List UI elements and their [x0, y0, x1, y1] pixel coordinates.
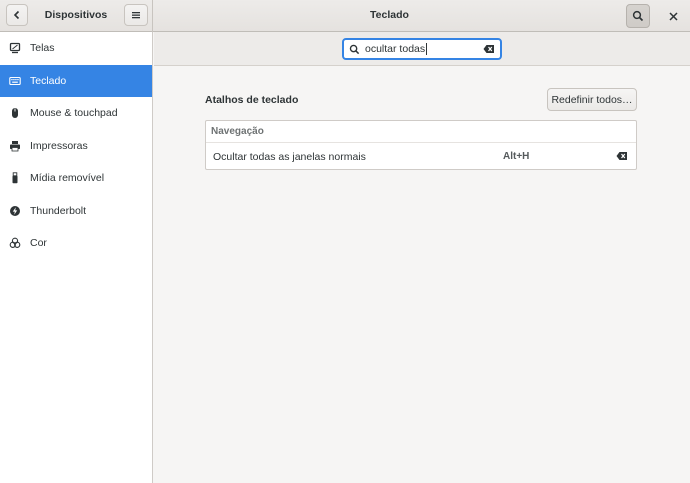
sidebar-item-label: Telas [30, 42, 55, 55]
reset-shortcut-button[interactable] [616, 151, 628, 164]
search-input-value: ocultar todas [365, 42, 426, 55]
group-header: Navegação [206, 121, 636, 143]
sidebar: Telas Teclado Mouse & touchpad Impressor… [0, 32, 153, 483]
printer-icon [9, 140, 21, 152]
sidebar-item-label: Mídia removível [30, 172, 105, 185]
display-icon [9, 42, 21, 54]
header-bar: Dispositivos Teclado [0, 0, 690, 32]
search-input[interactable]: ocultar todas [342, 38, 502, 60]
search-clear-button[interactable] [483, 44, 495, 57]
edit-clear-icon [616, 152, 627, 160]
sidebar-item-label: Impressoras [30, 139, 88, 152]
close-icon [668, 11, 678, 21]
search-toggle-button[interactable] [626, 4, 650, 28]
sidebar-item-label: Cor [30, 237, 47, 250]
sidebar-title: Dispositivos [44, 9, 108, 21]
go-previous-icon [13, 10, 20, 20]
close-button[interactable] [663, 6, 683, 26]
reset-all-button[interactable]: Redefinir todos… [547, 88, 637, 111]
search-bar: ocultar todas [154, 32, 690, 66]
sidebar-item-midia-removivel[interactable]: Mídia removível [0, 162, 152, 195]
search-icon [349, 44, 360, 54]
text-caret [426, 43, 428, 56]
sidebar-item-teclado[interactable]: Teclado [0, 64, 152, 97]
shortcut-accelerator: Alt+H [503, 151, 530, 162]
sidebar-item-mouse-touchpad[interactable]: Mouse & touchpad [0, 97, 152, 130]
shortcut-list: Navegação Ocultar todas as janelas norma… [205, 120, 637, 170]
search-icon [632, 10, 644, 22]
menu-button[interactable] [124, 4, 148, 26]
window-title: Teclado [370, 9, 409, 21]
sidebar-item-impressoras[interactable]: Impressoras [0, 130, 152, 163]
mouse-icon [9, 107, 21, 119]
keyboard-icon [9, 75, 21, 87]
hamburger-menu-icon [132, 12, 140, 19]
sidebar-item-label: Teclado [30, 74, 67, 87]
sidebar-item-thunderbolt[interactable]: Thunderbolt [0, 195, 152, 228]
sidebar-item-telas[interactable]: Telas [0, 32, 152, 65]
sidebar-header: Dispositivos [0, 0, 153, 32]
edit-clear-icon [483, 45, 494, 53]
sidebar-item-label: Thunderbolt [30, 204, 87, 217]
shortcut-row[interactable]: Ocultar todas as janelas normais Alt+H [206, 143, 636, 170]
usb-drive-icon [9, 172, 21, 184]
color-icon [9, 237, 21, 249]
sidebar-item-cor[interactable]: Cor [0, 227, 152, 260]
back-button[interactable] [6, 4, 28, 26]
shortcut-name: Ocultar todas as janelas normais [213, 150, 366, 163]
sidebar-item-label: Mouse & touchpad [30, 107, 118, 120]
thunderbolt-icon [9, 205, 21, 217]
section-title: Atalhos de teclado [205, 94, 299, 106]
